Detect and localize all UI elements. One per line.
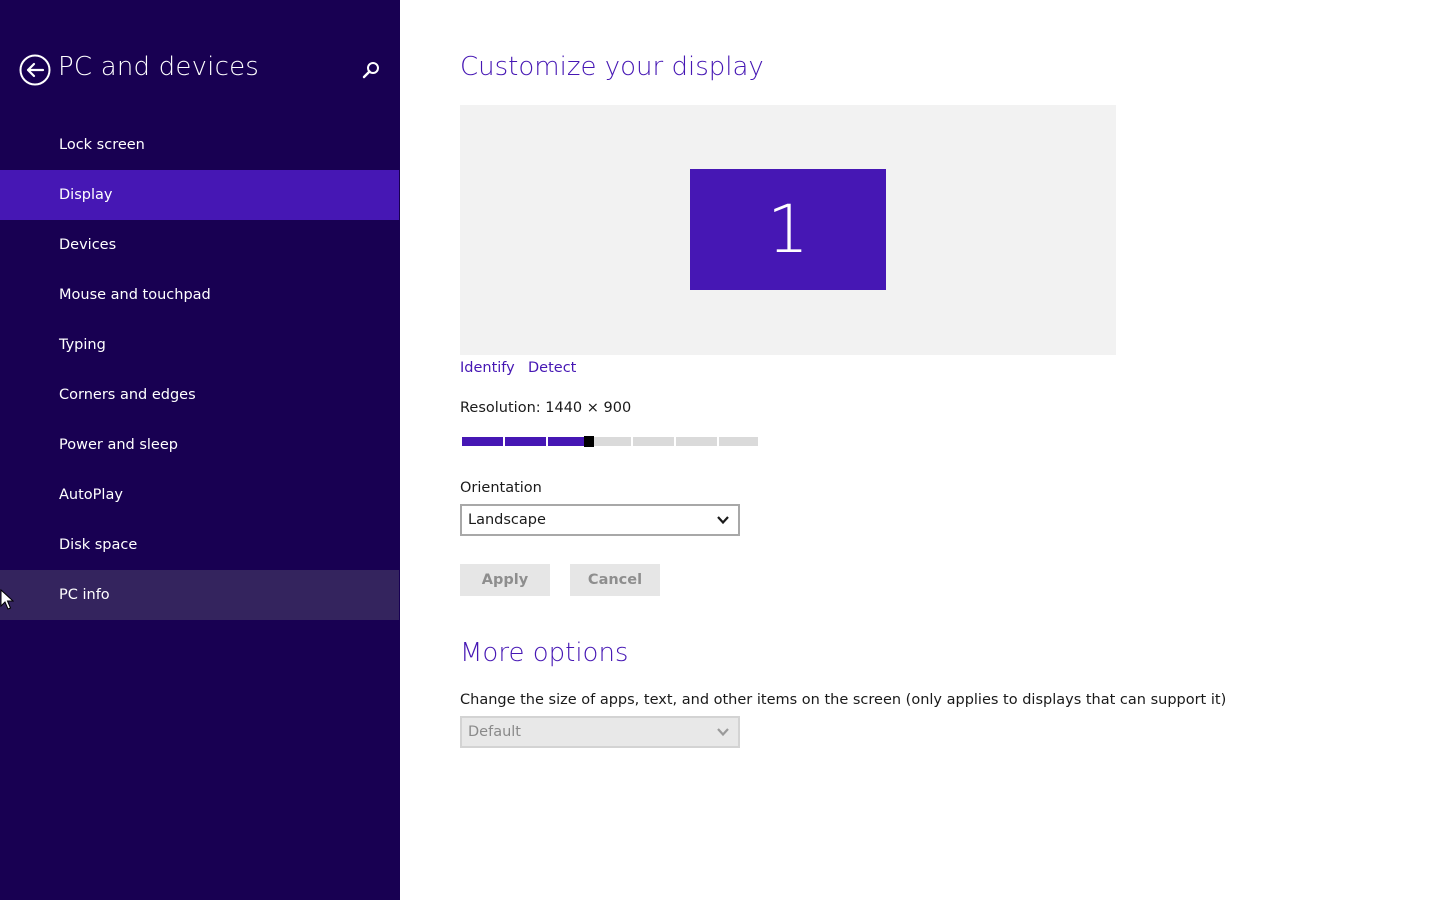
chevron-down-icon (717, 516, 729, 525)
slider-tick (674, 437, 676, 446)
cancel-button[interactable]: Cancel (570, 564, 660, 596)
size-select[interactable]: Default (460, 716, 740, 748)
identify-link[interactable]: Identify (460, 360, 515, 376)
settings-nav: Lock screen Display Devices Mouse and to… (0, 120, 400, 620)
mouse-pointer-icon (0, 589, 14, 610)
sidebar-item-power-and-sleep[interactable]: Power and sleep (0, 420, 399, 470)
more-options-title: More options (460, 638, 629, 668)
orientation-select[interactable]: Landscape (460, 504, 740, 536)
search-icon[interactable] (360, 59, 382, 81)
resolution-slider[interactable] (460, 436, 760, 447)
monitor-tile[interactable]: 1 (690, 169, 886, 290)
sidebar: PC and devices Lock screen Display Devic… (0, 0, 400, 900)
sidebar-item-display[interactable]: Display (0, 170, 399, 220)
apply-button[interactable]: Apply (460, 564, 550, 596)
chevron-down-icon (717, 728, 729, 737)
slider-tick (631, 437, 633, 446)
size-description: Change the size of apps, text, and other… (460, 692, 1227, 708)
sidebar-item-autoplay[interactable]: AutoPlay (0, 470, 399, 520)
back-arrow-circle-icon[interactable] (19, 54, 51, 86)
slider-tick (758, 437, 760, 446)
slider-thumb[interactable] (584, 436, 594, 447)
orientation-value: Landscape (468, 512, 546, 528)
sidebar-item-disk-space[interactable]: Disk space (0, 520, 399, 570)
sidebar-item-devices[interactable]: Devices (0, 220, 399, 270)
slider-tick (503, 437, 505, 446)
orientation-label: Orientation (460, 480, 542, 496)
slider-fill (460, 437, 589, 446)
slider-tick (717, 437, 719, 446)
detect-link[interactable]: Detect (528, 360, 576, 376)
slider-tick (546, 437, 548, 446)
sidebar-item-pc-info[interactable]: PC info (0, 570, 399, 620)
page-title: Customize your display (460, 52, 764, 82)
display-preview: 1 (460, 105, 1116, 355)
sidebar-header: PC and devices (0, 0, 400, 140)
slider-tick (460, 437, 462, 446)
sidebar-item-typing[interactable]: Typing (0, 320, 399, 370)
sidebar-item-lock-screen[interactable]: Lock screen (0, 120, 399, 170)
sidebar-item-mouse-and-touchpad[interactable]: Mouse and touchpad (0, 270, 399, 320)
main-content: Customize your display 1 Identify Detect… (400, 0, 1440, 900)
sidebar-title: PC and devices (58, 52, 260, 82)
resolution-label: Resolution: 1440 × 900 (460, 400, 632, 416)
sidebar-item-corners-and-edges[interactable]: Corners and edges (0, 370, 399, 420)
size-value: Default (468, 724, 521, 740)
